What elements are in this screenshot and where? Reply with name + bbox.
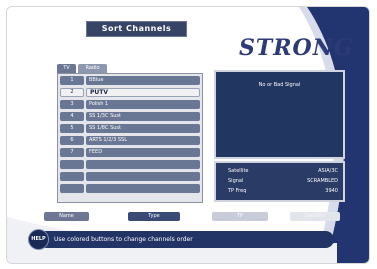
sort-by-name-button[interactable]: Name bbox=[44, 212, 89, 221]
channel-name bbox=[86, 160, 200, 169]
channel-number: 3 bbox=[60, 100, 84, 109]
channel-name bbox=[86, 172, 200, 181]
signal-value: SCRAMBLED bbox=[307, 178, 338, 184]
tab-tv[interactable]: TV bbox=[57, 64, 76, 73]
tp-info-row: TP Freq 3940 bbox=[228, 187, 338, 195]
brand-logo: STRONG bbox=[239, 35, 354, 61]
channel-name: BBlue bbox=[86, 76, 200, 85]
signal-label: Signal bbox=[228, 178, 244, 184]
channel-row[interactable]: 6 ARTS 1/2/3 SSL bbox=[60, 136, 200, 145]
channel-number: 7 bbox=[60, 148, 84, 157]
channel-name: SS 1/8C Sust bbox=[86, 124, 200, 133]
channel-number: 4 bbox=[60, 112, 84, 121]
channel-row-empty[interactable] bbox=[60, 172, 200, 181]
channel-row[interactable]: 5 SS 1/8C Sust bbox=[60, 124, 200, 133]
satellite-label: Satellite bbox=[228, 168, 249, 174]
channel-number: 1 bbox=[60, 76, 84, 85]
channel-name: SS 1/3C Sust bbox=[86, 112, 200, 121]
channel-name: PUTV bbox=[86, 88, 200, 97]
channel-row[interactable]: 7 FEED bbox=[60, 148, 200, 157]
channel-row[interactable]: 1 BBlue bbox=[60, 76, 200, 85]
channel-name: FEED bbox=[86, 148, 200, 157]
sort-by-type-button[interactable]: Type bbox=[128, 212, 180, 221]
channel-number: 5 bbox=[60, 124, 84, 133]
channel-list[interactable]: 1 BBlue 2 PUTV 3 Polish 1 4 SS 1/3C Sust… bbox=[57, 73, 203, 203]
satellite-info-row: Satellite ASIA/3C bbox=[228, 167, 338, 175]
channel-row-empty[interactable] bbox=[60, 160, 200, 169]
channel-number bbox=[60, 184, 84, 193]
tab-bar: TV Radio bbox=[57, 64, 107, 73]
tp-label: TP Freq bbox=[228, 188, 247, 194]
channel-name: ARTS 1/2/3 SSL bbox=[86, 136, 200, 145]
channel-row-selected[interactable]: 2 PUTV bbox=[60, 88, 200, 97]
video-preview: No or Bad Signal bbox=[214, 70, 345, 159]
signal-info-row: Signal SCRAMBLED bbox=[228, 177, 338, 185]
sort-by-tp-button[interactable]: TP bbox=[212, 212, 268, 221]
help-text: Use colored buttons to change channels o… bbox=[54, 236, 193, 243]
channel-number: 6 bbox=[60, 136, 84, 145]
sort-by-satellite-button[interactable]: Satellite bbox=[290, 212, 340, 221]
satellite-value: ASIA/3C bbox=[318, 168, 338, 174]
channel-number bbox=[60, 172, 84, 181]
channel-row[interactable]: 3 Polish 1 bbox=[60, 100, 200, 109]
page-title: Sort Channels bbox=[86, 21, 187, 37]
no-signal-message: No or Bad Signal bbox=[258, 82, 301, 88]
tab-radio[interactable]: Radio bbox=[78, 64, 107, 73]
channel-number bbox=[60, 160, 84, 169]
tp-value: 3940 bbox=[325, 188, 338, 194]
channel-name: Polish 1 bbox=[86, 100, 200, 109]
channel-row-empty[interactable] bbox=[60, 184, 200, 193]
help-icon: HELP bbox=[28, 229, 49, 250]
tv-menu-screen: Sort Channels STRONG TV Radio 1 BBlue 2 … bbox=[6, 6, 370, 264]
channel-number: 2 bbox=[60, 88, 84, 97]
channel-info-panel: Satellite ASIA/3C Signal SCRAMBLED TP Fr… bbox=[214, 161, 345, 202]
channel-row[interactable]: 4 SS 1/3C Sust bbox=[60, 112, 200, 121]
help-bar: HELP Use colored buttons to change chann… bbox=[28, 229, 334, 250]
channel-name bbox=[86, 184, 200, 193]
